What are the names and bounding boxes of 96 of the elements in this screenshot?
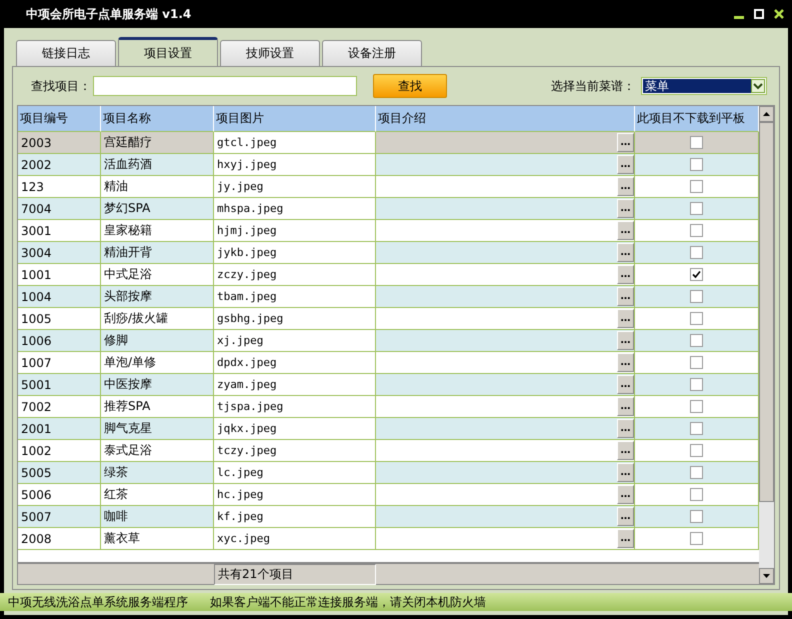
tab[interactable]: 项目设置 (118, 37, 218, 66)
table-cell: tbam.jpeg (214, 286, 376, 308)
table-cell: 中医按摩 (101, 374, 214, 396)
checkbox[interactable] (690, 180, 703, 193)
table-cell: 咖啡 (101, 506, 214, 528)
browse-button[interactable]: … (617, 287, 634, 306)
status-text: 如果客户端不能正常连接服务端，请关闭本机防火墙 (210, 594, 486, 610)
table-cell: 2002 (18, 154, 101, 176)
browse-button[interactable]: … (617, 221, 634, 240)
browse-button[interactable]: … (617, 353, 634, 372)
table-cell: 3004 (18, 242, 101, 264)
browse-button[interactable]: … (617, 375, 634, 394)
checkbox[interactable] (690, 158, 703, 171)
checkbox[interactable] (690, 334, 703, 347)
browse-button[interactable]: … (617, 309, 634, 328)
table-cell: 绿茶 (101, 462, 214, 484)
browse-button[interactable]: … (617, 463, 634, 482)
browse-button[interactable]: … (617, 155, 634, 174)
checkbox[interactable] (690, 378, 703, 391)
checkbox[interactable] (690, 466, 703, 479)
table-cell: 2008 (18, 528, 101, 550)
table-cell: hxyj.jpeg (214, 154, 376, 176)
item-count: 共有21个项目 (214, 564, 376, 585)
table-cell: gsbhg.jpeg (214, 308, 376, 330)
browse-button[interactable]: … (617, 177, 634, 196)
menu-dropdown[interactable]: 菜单 (641, 77, 767, 95)
table-cell: 7004 (18, 198, 101, 220)
table-cell: mhspa.jpeg (214, 198, 376, 220)
table-cell: 5007 (18, 506, 101, 528)
table-cell: xj.jpeg (214, 330, 376, 352)
checkbox[interactable] (690, 224, 703, 237)
table-cell: 头部按摩 (101, 286, 214, 308)
checkbox[interactable] (690, 400, 703, 413)
window-title: 中项会所电子点单服务端 v1.4 (26, 6, 192, 22)
checkbox[interactable] (690, 136, 703, 149)
table-cell: 精油开背 (101, 242, 214, 264)
checkbox[interactable] (690, 444, 703, 457)
checkbox[interactable] (690, 488, 703, 501)
table-cell: 2001 (18, 418, 101, 440)
table-cell: zczy.jpeg (214, 264, 376, 286)
browse-button[interactable]: … (617, 441, 634, 460)
browse-button[interactable]: … (617, 485, 634, 504)
browse-button[interactable]: … (617, 529, 634, 548)
search-button[interactable]: 查找 (373, 74, 447, 98)
table-cell: hjmj.jpeg (214, 220, 376, 242)
up-arrow-icon[interactable] (763, 112, 770, 116)
browse-button[interactable]: … (617, 265, 634, 284)
table-cell: 5005 (18, 462, 101, 484)
table-cell: 活血药酒 (101, 154, 214, 176)
table-cell: 5001 (18, 374, 101, 396)
browse-button[interactable]: … (617, 419, 634, 438)
browse-button[interactable]: … (617, 133, 634, 152)
tab[interactable]: 链接日志 (16, 40, 116, 66)
scrollbar[interactable] (759, 106, 774, 584)
checkbox[interactable] (690, 510, 703, 523)
checkbox[interactable] (690, 202, 703, 215)
table-cell: 修脚 (101, 330, 214, 352)
checkbox[interactable] (690, 356, 703, 369)
table-cell: jykb.jpeg (214, 242, 376, 264)
down-arrow-icon[interactable] (763, 574, 770, 578)
table-cell: dpdx.jpeg (214, 352, 376, 374)
table-cell: jqkx.jpeg (214, 418, 376, 440)
table-cell: zyam.jpeg (214, 374, 376, 396)
table-cell: lc.jpeg (214, 462, 376, 484)
table-cell: 1004 (18, 286, 101, 308)
browse-button[interactable]: … (617, 331, 634, 350)
table-cell: 宫廷醋疗 (101, 132, 214, 154)
checkbox[interactable] (690, 290, 703, 303)
browse-button[interactable]: … (617, 199, 634, 218)
search-field[interactable] (93, 76, 357, 96)
table-cell: xyc.jpeg (214, 528, 376, 550)
table-cell: 2003 (18, 132, 101, 154)
checkbox[interactable] (690, 268, 703, 281)
browse-button[interactable]: … (617, 397, 634, 416)
browse-button[interactable]: … (617, 243, 634, 262)
close-icon[interactable] (774, 9, 784, 19)
table-cell: 脚气克星 (101, 418, 214, 440)
checkbox[interactable] (690, 422, 703, 435)
table-cell: tczy.jpeg (214, 440, 376, 462)
search-label: 查找项目： (31, 78, 91, 94)
checkbox[interactable] (690, 246, 703, 259)
menu-label: 选择当前菜谱： (551, 78, 635, 94)
table-cell: gtcl.jpeg (214, 132, 376, 154)
table-cell: 1006 (18, 330, 101, 352)
table-cell: kf.jpeg (214, 506, 376, 528)
status-text: 中项无线洗浴点单系统服务端程序 (8, 594, 188, 610)
table-cell: tjspa.jpeg (214, 396, 376, 418)
tab[interactable]: 设备注册 (322, 40, 422, 66)
maximize-icon[interactable] (754, 9, 764, 19)
table-cell: jy.jpeg (214, 176, 376, 198)
checkbox[interactable] (690, 532, 703, 545)
checkbox[interactable] (690, 312, 703, 325)
tab[interactable]: 技师设置 (220, 40, 320, 66)
table-cell: 梦幻SPA (101, 198, 214, 220)
browse-button[interactable]: … (617, 507, 634, 526)
table-cell: hc.jpeg (214, 484, 376, 506)
